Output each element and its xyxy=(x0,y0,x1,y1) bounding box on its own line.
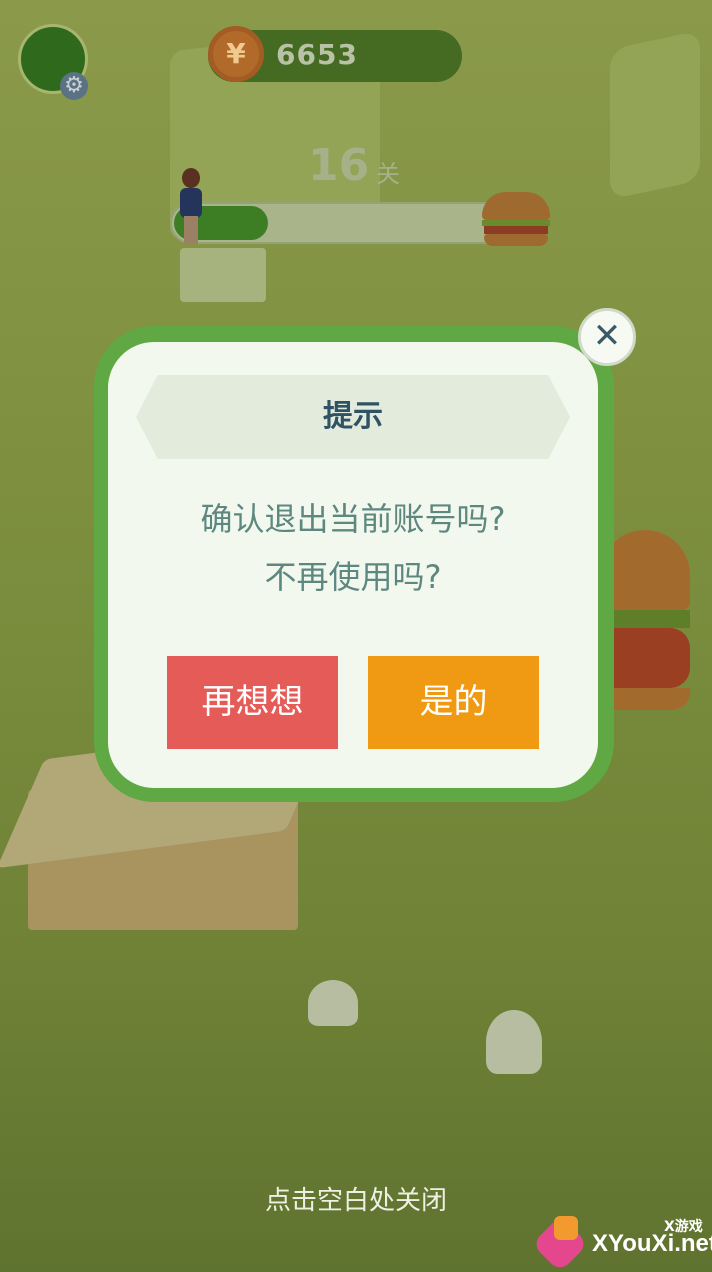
close-icon[interactable]: ✕ xyxy=(578,308,636,366)
dialog-message-line2: 不再使用吗? xyxy=(264,558,442,596)
watermark-logo xyxy=(531,1215,590,1272)
ice-cream-swirl xyxy=(486,1010,542,1074)
dialog-title: 提示 xyxy=(323,399,383,434)
background-building xyxy=(610,30,700,200)
gear-icon[interactable]: ⚙ xyxy=(60,72,88,100)
coin-icon: ¥ xyxy=(208,26,264,82)
dialog-message-line1: 确认退出当前账号吗? xyxy=(200,500,506,538)
level-number: 16 xyxy=(308,140,370,191)
platform-pillar xyxy=(180,248,266,302)
ice-cream-swirl xyxy=(308,980,358,1026)
coin-amount: 6653 xyxy=(276,38,358,71)
confirm-button[interactable]: 是的 xyxy=(368,656,539,749)
tap-outside-to-close-hint[interactable]: 点击空白处关闭 xyxy=(0,1180,712,1217)
level-unit: 关 xyxy=(376,160,400,188)
dialog-message: 确认退出当前账号吗? 不再使用吗? xyxy=(108,490,598,606)
watermark-site: XYouXi.net xyxy=(592,1230,712,1257)
runner-character xyxy=(176,168,206,244)
burger-goal-icon xyxy=(482,192,550,246)
cancel-button[interactable]: 再想想 xyxy=(167,656,338,749)
